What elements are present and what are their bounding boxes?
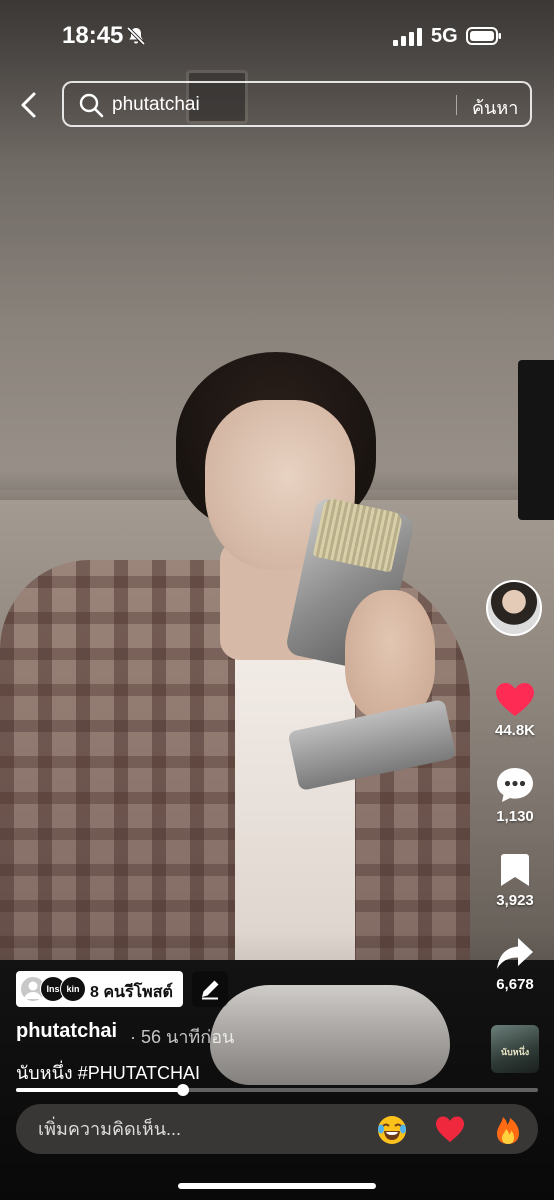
search-icon [79, 93, 104, 118]
share-count: 6,678 [496, 976, 534, 993]
author-username[interactable]: phutatchai [16, 1020, 117, 1043]
back-arrow-icon[interactable] [16, 90, 44, 120]
like-button[interactable]: 44.8K [480, 682, 550, 739]
comment-input[interactable] [38, 1116, 338, 1142]
save-button[interactable]: 3,923 [480, 852, 550, 909]
comment-button[interactable]: 1,130 [480, 766, 550, 825]
pencil-icon [202, 980, 219, 1000]
hand [345, 590, 435, 720]
search-divider [456, 95, 457, 115]
repost-avatar-3: kin [60, 976, 86, 1002]
comment-bar [16, 1104, 538, 1154]
signal-icon [393, 28, 422, 46]
fire-emoji-button[interactable] [492, 1114, 524, 1146]
search-bar[interactable]: ค้นหา [62, 81, 532, 127]
home-indicator [178, 1183, 376, 1189]
heart-emoji-button[interactable] [434, 1114, 466, 1146]
creator-avatar[interactable] [486, 580, 542, 636]
status-bar: 18:45 5G [0, 0, 554, 76]
status-time: 18:45 [62, 22, 124, 49]
music-cover[interactable]: นับหนึ่ง [491, 1025, 539, 1073]
share-arrow-icon [497, 938, 533, 969]
battery-icon [466, 27, 501, 45]
search-button[interactable]: ค้นหา [472, 93, 518, 122]
share-button[interactable]: 6,678 [480, 936, 550, 993]
edit-repost-button[interactable] [192, 971, 228, 1007]
video-caption[interactable]: นับหนึ่ง #PHUTATCHAI [16, 1058, 200, 1087]
save-count: 3,923 [496, 892, 534, 909]
comment-icon [497, 768, 533, 802]
search-input[interactable] [112, 91, 442, 119]
progress-knob[interactable] [177, 1084, 190, 1096]
post-time: · 56 นาทีก่อน [130, 1027, 235, 1047]
bell-muted-icon [126, 26, 146, 46]
repost-avatars: Ins kin [20, 976, 86, 1002]
laughing-emoji-button[interactable] [376, 1114, 408, 1146]
comment-count: 1,130 [496, 808, 534, 825]
tank-top [235, 650, 355, 970]
video-progress[interactable] [16, 1084, 538, 1096]
music-cover-text: นับหนึ่ง [500, 1047, 530, 1057]
like-count: 44.8K [494, 722, 536, 739]
bookmark-icon [501, 854, 529, 886]
repost-chip[interactable]: Ins kin 8 คนรีโพสต์ [16, 971, 183, 1007]
progress-fill [16, 1088, 184, 1092]
speaker [518, 360, 554, 520]
network-type: 5G [431, 25, 458, 47]
repost-label: 8 คนรีโพสต์ [90, 984, 173, 1001]
heart-icon [496, 683, 534, 716]
